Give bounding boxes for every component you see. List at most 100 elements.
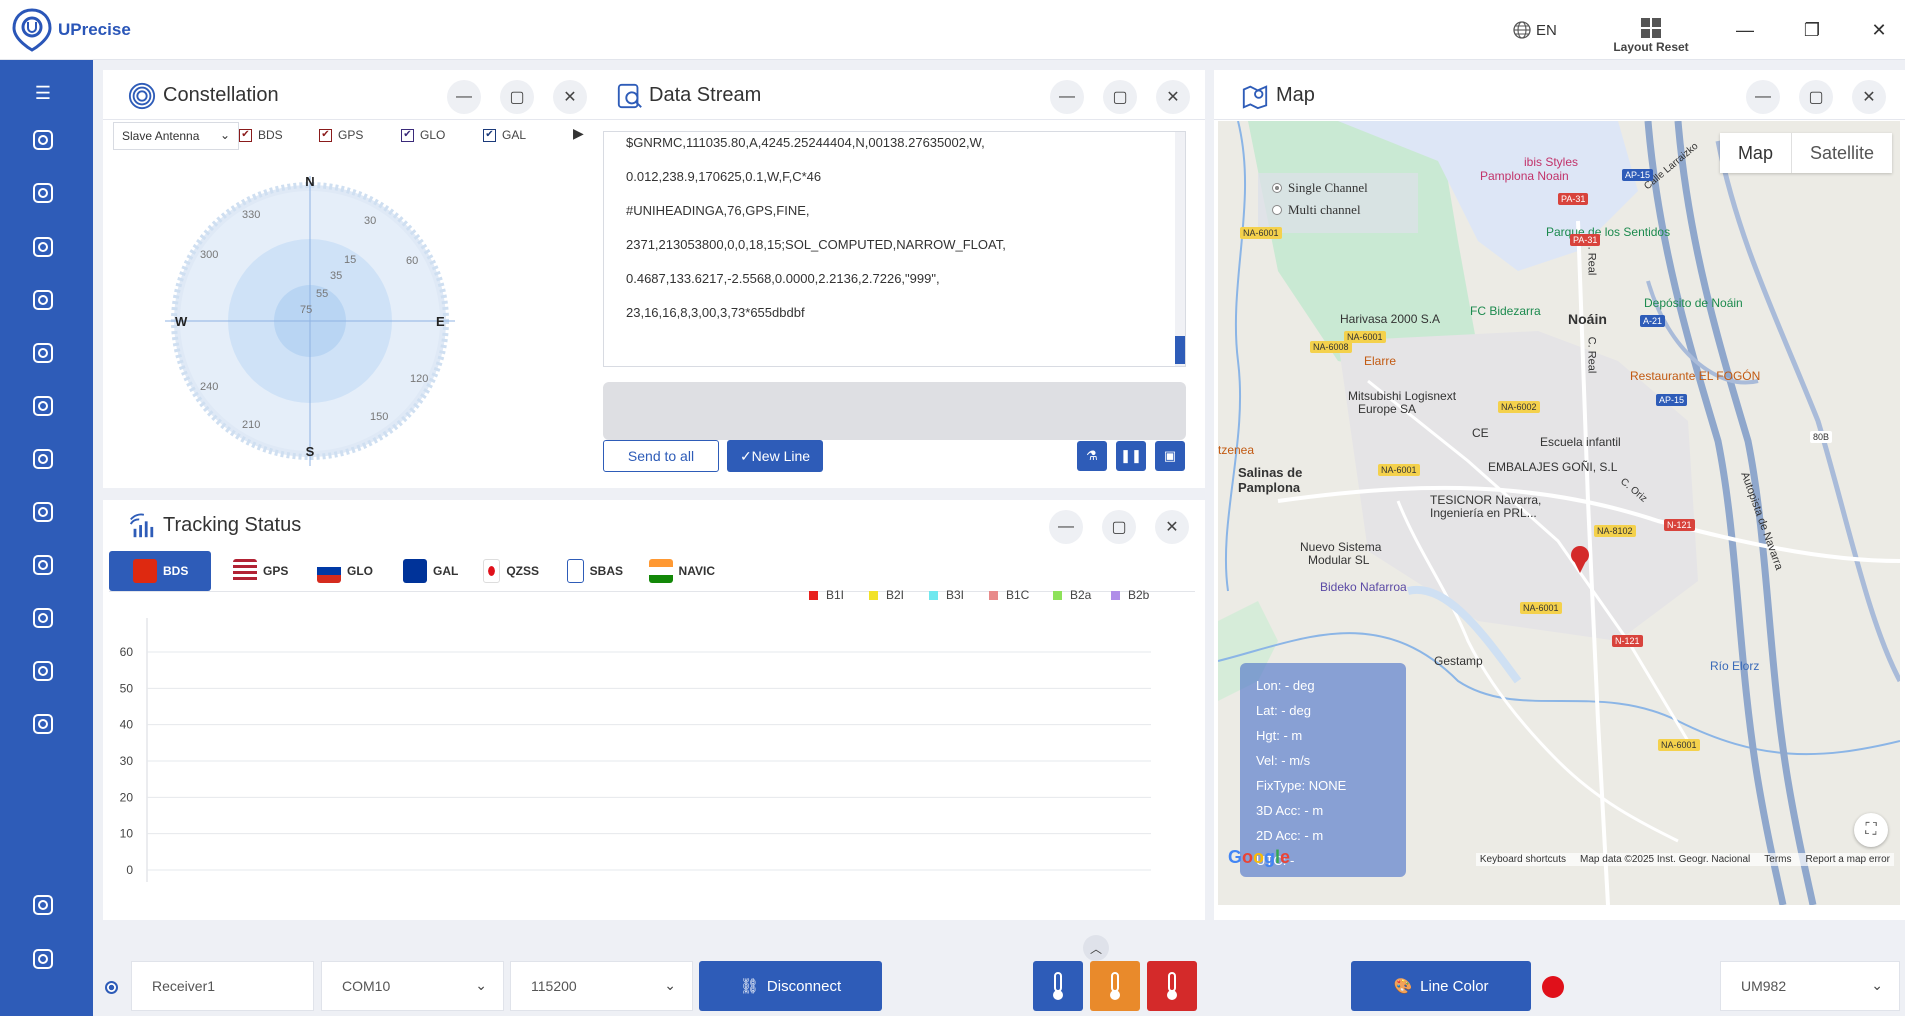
layout-reset-button[interactable]: Layout Reset bbox=[1608, 18, 1694, 54]
security-icon[interactable] bbox=[28, 890, 58, 920]
hamburger-menu-icon[interactable]: ☰ bbox=[28, 78, 58, 108]
tab-gal[interactable]: GAL bbox=[379, 551, 459, 591]
map-canvas[interactable]: Map Satellite Single Channel Multi chann… bbox=[1218, 121, 1900, 905]
line-color-button[interactable]: 🎨 Line Color bbox=[1351, 961, 1531, 1011]
radio-off-icon[interactable] bbox=[1272, 205, 1282, 215]
config-icon[interactable] bbox=[28, 444, 58, 474]
place-ibis-2[interactable]: Pamplona Noain bbox=[1480, 169, 1569, 183]
place-parque[interactable]: Parque de los Sentidos bbox=[1546, 225, 1670, 239]
tab-sbas[interactable]: SBAS bbox=[543, 551, 623, 591]
radio-on-icon[interactable] bbox=[1272, 183, 1282, 193]
collapse-arrow-icon[interactable]: ︿ bbox=[1083, 935, 1109, 961]
model-select[interactable]: UM982 ⌄ bbox=[1720, 961, 1900, 1011]
status-radio-icon[interactable] bbox=[105, 981, 118, 994]
keyboard-shortcuts-link[interactable]: Keyboard shortcuts bbox=[1480, 854, 1566, 865]
disconnect-button[interactable]: ⛓ Disconnect bbox=[699, 961, 882, 1011]
tab-gps[interactable]: GPS bbox=[209, 551, 289, 591]
place-nuevo-2[interactable]: Modular SL bbox=[1308, 553, 1369, 567]
settings-icon[interactable] bbox=[28, 550, 58, 580]
system-checkbox[interactable]: ✔ GAL bbox=[483, 128, 526, 142]
close-panel-button[interactable]: ✕ bbox=[553, 80, 587, 114]
thermometer-hot-icon[interactable] bbox=[1147, 961, 1197, 1011]
place-harivasa[interactable]: Harivasa 2000 S.A bbox=[1340, 312, 1440, 326]
language-selector[interactable]: EN bbox=[1512, 20, 1557, 40]
place-tesicnor-2[interactable]: Ingeniería en PRL... bbox=[1430, 506, 1537, 520]
more-systems-arrow[interactable]: ▶ bbox=[573, 125, 584, 142]
report-icon[interactable] bbox=[28, 603, 58, 633]
position-icon[interactable] bbox=[28, 656, 58, 686]
place-mitsubishi[interactable]: Mitsubishi Logisnext bbox=[1348, 389, 1456, 403]
place-mitsubishi-2[interactable]: Europe SA bbox=[1358, 402, 1416, 416]
pause-icon[interactable]: ❚❚ bbox=[1116, 441, 1146, 471]
command-input[interactable] bbox=[603, 382, 1186, 440]
system-checkbox[interactable]: ✔ BDS bbox=[239, 128, 283, 142]
close-panel-button[interactable]: ✕ bbox=[1852, 80, 1886, 114]
place-fc[interactable]: FC Bidezarra bbox=[1470, 304, 1541, 318]
tab-navic[interactable]: NAVIC bbox=[625, 551, 715, 591]
place-nuevo[interactable]: Nuevo Sistema bbox=[1300, 540, 1381, 554]
datastream-icon[interactable] bbox=[28, 178, 58, 208]
legend-item[interactable]: B2I bbox=[869, 588, 904, 602]
terms-link[interactable]: Terms bbox=[1764, 854, 1791, 865]
place-escuela[interactable]: Escuela infantil bbox=[1540, 435, 1621, 449]
satellite-tab[interactable]: Satellite bbox=[1790, 133, 1892, 173]
legend-item[interactable]: B1C bbox=[989, 588, 1029, 602]
log-icon[interactable] bbox=[28, 391, 58, 421]
single-channel-option[interactable]: Single Channel bbox=[1258, 177, 1418, 199]
fullscreen-icon[interactable]: ⛶ bbox=[1854, 813, 1888, 847]
send-to-all-button[interactable]: Send to all bbox=[603, 440, 719, 472]
legend-item[interactable]: B3I bbox=[929, 588, 964, 602]
tab-glo[interactable]: GLO bbox=[293, 551, 373, 591]
constellation-icon[interactable] bbox=[28, 232, 58, 262]
new-line-button[interactable]: ✓New Line bbox=[727, 440, 823, 472]
save-icon[interactable]: ▣ bbox=[1155, 441, 1185, 471]
map-icon[interactable] bbox=[28, 338, 58, 368]
tab-bds[interactable]: BDS bbox=[109, 551, 211, 591]
checkbox-icon[interactable]: ✔ bbox=[319, 128, 332, 142]
device-icon[interactable] bbox=[28, 125, 58, 155]
system-checkbox[interactable]: ✔ GLO bbox=[401, 128, 445, 142]
line-color-swatch[interactable] bbox=[1542, 976, 1564, 998]
thermometer-cold-icon[interactable] bbox=[1033, 961, 1083, 1011]
minimize-panel-button[interactable]: — bbox=[447, 80, 481, 114]
place-gestamp[interactable]: Gestamp bbox=[1434, 654, 1483, 668]
place-ibis[interactable]: ibis Styles bbox=[1524, 155, 1578, 169]
close-panel-button[interactable]: ✕ bbox=[1155, 510, 1189, 544]
vehicle-icon[interactable] bbox=[28, 709, 58, 739]
checkbox-icon[interactable]: ✔ bbox=[401, 128, 414, 142]
legend-item[interactable]: B2a bbox=[1053, 588, 1091, 602]
tab-qzss[interactable]: QZSS bbox=[459, 551, 539, 591]
minimize-panel-button[interactable]: — bbox=[1746, 80, 1780, 114]
maximize-panel-button[interactable]: ▢ bbox=[1799, 80, 1833, 114]
antenna-select[interactable]: Slave Antenna ⌄ bbox=[113, 122, 239, 150]
report-link[interactable]: Report a map error bbox=[1806, 854, 1890, 865]
legend-item[interactable]: B2b bbox=[1111, 588, 1149, 602]
minimize-panel-button[interactable]: — bbox=[1049, 510, 1083, 544]
checkbox-icon[interactable]: ✔ bbox=[239, 128, 252, 142]
tracking-icon[interactable] bbox=[28, 285, 58, 315]
baud-select[interactable]: 115200 ⌄ bbox=[510, 961, 693, 1011]
legend-item[interactable]: B1I bbox=[809, 588, 844, 602]
upgrade-icon[interactable] bbox=[28, 944, 58, 974]
place-restaurante[interactable]: Restaurante EL FOGÓN bbox=[1630, 369, 1760, 383]
port-select[interactable]: COM10 ⌄ bbox=[321, 961, 504, 1011]
thermometer-warm-icon[interactable] bbox=[1090, 961, 1140, 1011]
place-bideko[interactable]: Bideko Nafarroa bbox=[1320, 580, 1407, 594]
scroll-thumb[interactable] bbox=[1175, 336, 1185, 364]
window-close-button[interactable]: ✕ bbox=[1864, 16, 1894, 44]
multi-channel-option[interactable]: Multi channel bbox=[1258, 199, 1418, 221]
window-minimize-button[interactable]: — bbox=[1730, 16, 1760, 44]
place-embalajes[interactable]: EMBALAJES GOÑI, S.L bbox=[1488, 460, 1617, 474]
satellite-icon[interactable] bbox=[28, 497, 58, 527]
receiver-field[interactable]: Receiver1 bbox=[131, 961, 314, 1011]
place-ce[interactable]: CE bbox=[1472, 426, 1489, 440]
maximize-panel-button[interactable]: ▢ bbox=[500, 80, 534, 114]
place-elarre[interactable]: Elarre bbox=[1364, 354, 1396, 368]
place-zenea[interactable]: tzenea bbox=[1218, 443, 1254, 457]
checkbox-icon[interactable]: ✔ bbox=[483, 128, 496, 142]
maximize-panel-button[interactable]: ▢ bbox=[1102, 510, 1136, 544]
window-restore-button[interactable]: ❐ bbox=[1797, 16, 1827, 44]
place-deposito[interactable]: Depósito de Noáin bbox=[1644, 296, 1743, 310]
clear-icon[interactable]: ⚗ bbox=[1077, 441, 1107, 471]
map-tab[interactable]: Map bbox=[1720, 133, 1791, 173]
